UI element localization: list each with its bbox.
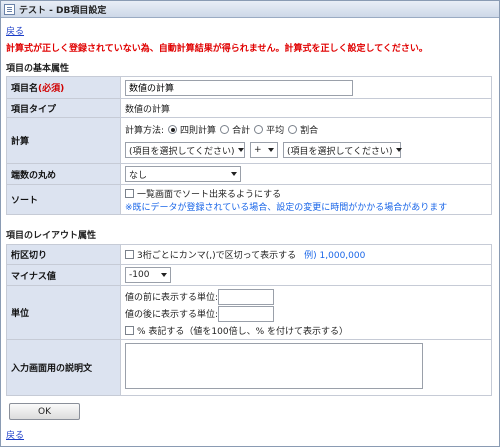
back-link-top[interactable]: 戻る <box>6 24 24 37</box>
window-icon <box>4 3 15 15</box>
radio-label-sum: 合計 <box>232 126 251 136</box>
unit-percent-row: % 表記する（値を100倍し、% を付けて表示する） <box>125 324 487 337</box>
title-bar: テスト - DB項目設定 <box>1 1 499 18</box>
item-name-label: 項目名(必須) <box>6 76 121 99</box>
item-name-cell <box>120 76 492 99</box>
chevron-down-icon <box>161 273 167 277</box>
sort-cell: 一覧画面でソート出来るようにする ※既にデータが登録されている場合、設定の変更に… <box>120 184 492 215</box>
calc-method-label: 計算方法: <box>125 126 165 136</box>
rounding-value: なし <box>129 170 148 181</box>
sort-row: ソート 一覧画面でソート出来るようにする ※既にデータが登録されている場合、設定… <box>6 184 492 215</box>
chevron-down-icon <box>268 148 274 152</box>
sort-label: ソート <box>6 184 121 215</box>
radio-label-four-arithmetic: 四則計算 <box>180 126 217 136</box>
description-label: 入力画面用の説明文 <box>6 339 121 396</box>
sort-note: ※既にデータが登録されている場合、設定の変更に時間がかかる場合があります <box>125 202 448 213</box>
unit-cell: 値の前に表示する単位: 値の後に表示する単位: % 表記する（値を100倍し、%… <box>120 285 492 340</box>
required-mark: (必須) <box>38 84 65 94</box>
calculation-row: 計算 計算方法: 四則計算 合計 平均 割合 (項目を選択してください) + (… <box>6 117 492 164</box>
back-link-bottom[interactable]: 戻る <box>6 428 24 441</box>
item-type-value: 数値の計算 <box>120 98 492 118</box>
unit-after-row: 値の後に表示する単位: <box>125 305 487 322</box>
comma-row: 桁区切り 3桁ごとにカンマ(,)で区切って表示する 例) 1,000,000 <box>6 244 492 265</box>
right-operand-select[interactable]: (項目を選択してください) <box>283 142 403 158</box>
percent-checkbox-label: % 表記する（値を100倍し、% を付けて表示する） <box>137 326 349 337</box>
unit-before-row: 値の前に表示する単位: <box>125 288 487 305</box>
radio-ratio[interactable] <box>288 125 298 134</box>
description-cell <box>120 339 492 396</box>
chevron-down-icon <box>238 148 245 152</box>
radio-sum[interactable] <box>220 125 230 134</box>
comma-label: 桁区切り <box>6 244 121 265</box>
left-operand-select[interactable]: (項目を選択してください) <box>125 142 245 158</box>
operator-value: + <box>254 145 262 155</box>
calculation-cell: 計算方法: 四則計算 合計 平均 割合 (項目を選択してください) + (項目を… <box>120 117 492 164</box>
negative-row: マイナス値 -100 <box>6 264 492 286</box>
rounding-select[interactable]: なし <box>125 166 241 182</box>
radio-label-ratio: 割合 <box>300 126 319 136</box>
operator-select[interactable]: + <box>250 142 278 158</box>
rounding-label: 端数の丸め <box>6 163 121 185</box>
calculation-label: 計算 <box>6 117 121 164</box>
left-operand-value: (項目を選択してください) <box>129 146 235 157</box>
negative-label: マイナス値 <box>6 264 121 286</box>
percent-checkbox[interactable] <box>125 325 134 335</box>
radio-four-arithmetic[interactable] <box>168 125 178 134</box>
negative-cell: -100 <box>120 264 492 286</box>
window-title: テスト - DB項目設定 <box>19 5 107 16</box>
comma-checkbox-row: 3桁ごとにカンマ(,)で区切って表示する 例) 1,000,000 <box>125 248 487 261</box>
sort-checkbox-label: 一覧画面でソート出来るようにする <box>137 189 282 200</box>
rounding-cell: なし <box>120 163 492 185</box>
unit-after-label: 値の後に表示する単位: <box>125 310 219 320</box>
calc-method-row: 計算方法: 四則計算 合計 平均 割合 <box>125 123 487 136</box>
radio-label-average: 平均 <box>266 126 285 136</box>
negative-select[interactable]: -100 <box>125 267 171 283</box>
unit-row: 単位 値の前に表示する単位: 値の後に表示する単位: % 表記する（値を100倍… <box>6 285 492 340</box>
unit-before-label: 値の前に表示する単位: <box>125 293 219 303</box>
basic-attributes-table: 項目名(必須) 項目タイプ 数値の計算 計算 計算方法: 四則計算 合計 平均 … <box>6 76 492 215</box>
unit-after-input[interactable] <box>218 305 275 322</box>
layout-attributes-table: 桁区切り 3桁ごとにカンマ(,)で区切って表示する 例) 1,000,000 マイ… <box>6 244 492 396</box>
item-name-row: 項目名(必須) <box>6 76 492 99</box>
item-type-row: 項目タイプ 数値の計算 <box>6 98 492 118</box>
unit-before-input[interactable] <box>218 288 275 305</box>
radio-average[interactable] <box>254 125 264 134</box>
rounding-row: 端数の丸め なし <box>6 163 492 185</box>
comma-checkbox-label: 3桁ごとにカンマ(,)で区切って表示する <box>137 251 297 261</box>
comma-checkbox[interactable] <box>125 250 134 259</box>
sort-checkbox[interactable] <box>125 188 134 198</box>
basic-section-title: 項目の基本属性 <box>6 64 70 74</box>
description-textarea[interactable] <box>125 343 423 389</box>
unit-label: 単位 <box>6 285 121 340</box>
item-type-label: 項目タイプ <box>6 98 121 118</box>
calc-formula-row: (項目を選択してください) + (項目を選択してください) <box>125 142 487 158</box>
layout-section-title: 項目のレイアウト属性 <box>6 231 97 241</box>
negative-value: -100 <box>129 270 150 280</box>
ok-button[interactable]: OK <box>9 403 80 420</box>
sort-checkbox-row: 一覧画面でソート出来るようにする <box>125 187 487 200</box>
comma-cell: 3桁ごとにカンマ(,)で区切って表示する 例) 1,000,000 <box>120 244 492 265</box>
description-row: 入力画面用の説明文 <box>6 339 492 396</box>
item-name-input[interactable] <box>125 79 353 96</box>
chevron-down-icon <box>396 148 403 152</box>
comma-example: 例) 1,000,000 <box>304 251 366 261</box>
right-operand-value: (項目を選択してください) <box>287 146 393 157</box>
chevron-down-icon <box>231 172 237 176</box>
error-message: 計算式が正しく登録されていない為、自動計算結果が得られません。計算式を正しく設定… <box>6 44 428 54</box>
